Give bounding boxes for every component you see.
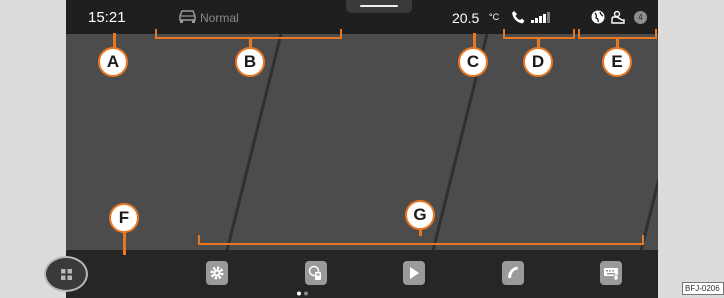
callout-leader-a bbox=[113, 33, 116, 48]
tile-divider bbox=[631, 34, 658, 250]
main-menu-button[interactable] bbox=[44, 256, 88, 292]
callout-leader-f bbox=[123, 231, 126, 255]
vehicle-button[interactable] bbox=[305, 261, 327, 285]
phone-icon[interactable] bbox=[511, 10, 525, 24]
temperature[interactable]: 20.5 bbox=[452, 10, 479, 26]
callout-bracket-b bbox=[155, 29, 342, 39]
settings-button[interactable] bbox=[206, 261, 228, 285]
pull-down-handle[interactable] bbox=[346, 0, 412, 13]
car-icon[interactable] bbox=[179, 10, 196, 23]
grid-icon bbox=[61, 269, 72, 280]
screen-frame-left bbox=[0, 0, 66, 298]
notification-badge[interactable]: 4 bbox=[634, 11, 647, 24]
gear-icon bbox=[210, 266, 224, 280]
callout-leader-c bbox=[473, 33, 476, 48]
callout-g: G bbox=[405, 200, 435, 230]
fuel-pump-icon bbox=[308, 265, 321, 280]
callout-c: C bbox=[458, 47, 488, 77]
page-indicator bbox=[297, 291, 308, 296]
figure-code: BFJ-0206 bbox=[682, 282, 724, 295]
app-dock bbox=[66, 250, 658, 298]
media-button[interactable] bbox=[403, 261, 425, 285]
driving-profile[interactable]: Normal bbox=[200, 11, 239, 25]
infotainment-screen: 15:21 Normal 20.5 °C 4 bbox=[66, 0, 658, 298]
globe-icon[interactable] bbox=[591, 10, 605, 24]
keyboard-phone-icon bbox=[604, 268, 619, 281]
callout-b: B bbox=[235, 47, 265, 77]
callout-d: D bbox=[523, 47, 553, 77]
callout-bracket-g bbox=[198, 235, 644, 245]
play-icon bbox=[410, 267, 419, 279]
signal-bars-icon bbox=[531, 12, 550, 23]
callout-a: A bbox=[98, 47, 128, 77]
navigation-button[interactable] bbox=[600, 261, 622, 285]
callout-f: F bbox=[109, 203, 139, 233]
callout-bracket-e bbox=[578, 29, 657, 39]
phone-icon bbox=[508, 266, 518, 278]
callout-e: E bbox=[602, 47, 632, 77]
callout-bracket-d bbox=[503, 29, 575, 39]
steering-wheel-icon[interactable] bbox=[610, 10, 625, 25]
clock: 15:21 bbox=[88, 9, 126, 26]
temperature-unit: °C bbox=[489, 12, 500, 22]
screen-frame-right bbox=[658, 0, 724, 298]
home-area bbox=[66, 34, 658, 250]
phone-button[interactable] bbox=[502, 261, 524, 285]
